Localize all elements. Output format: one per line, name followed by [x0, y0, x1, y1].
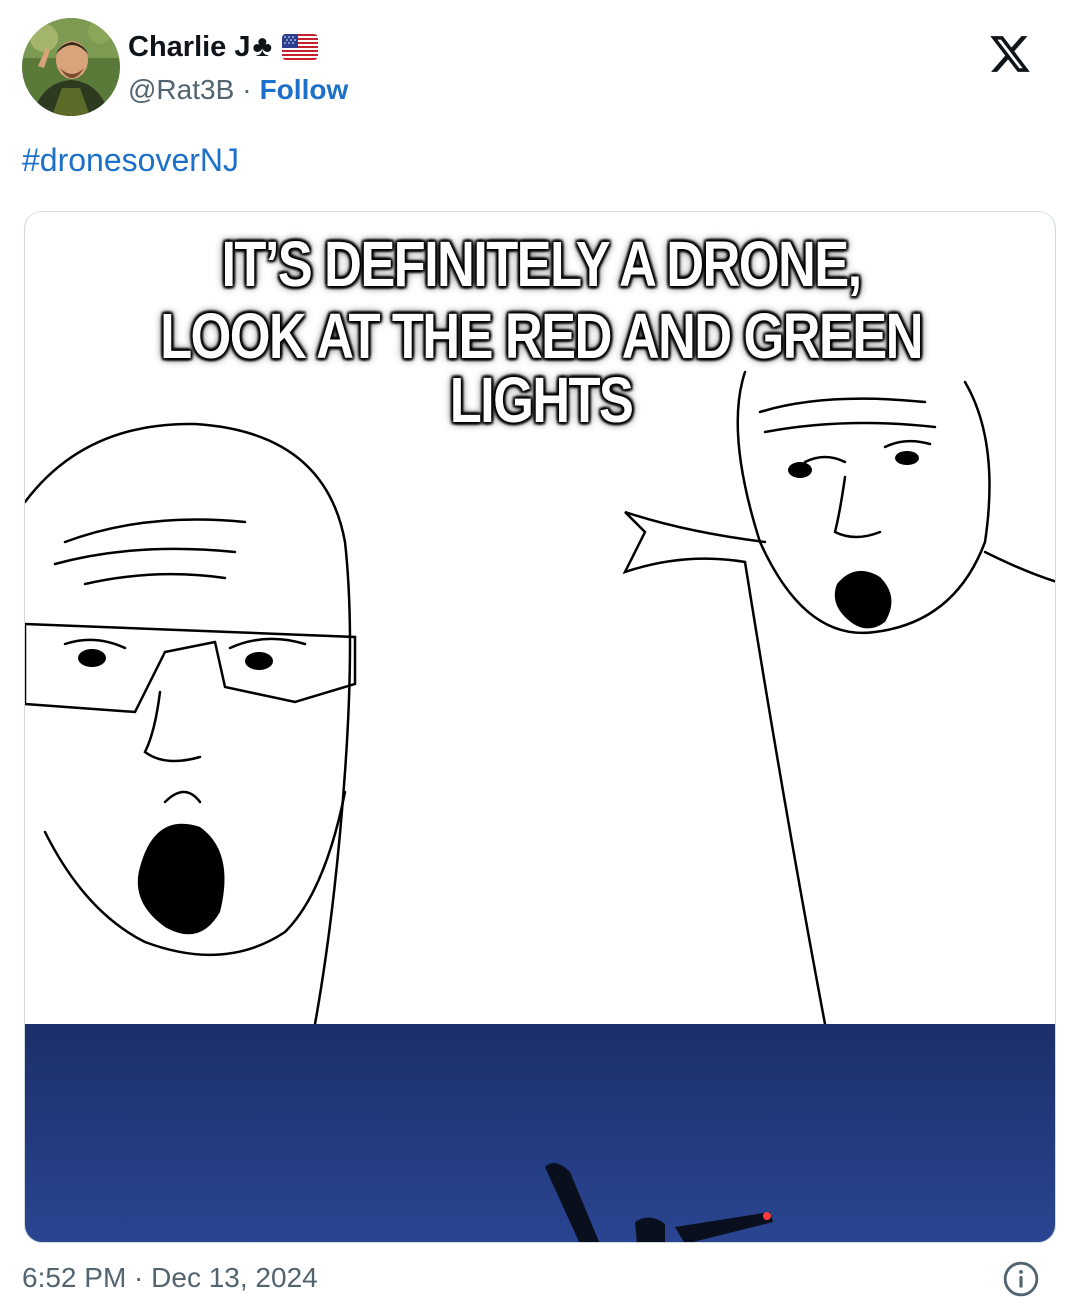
meme-caption-line-2: LOOK AT THE RED AND GREEN LIGHTS [160, 300, 923, 436]
author-display-name[interactable]: Charlie J [128, 31, 251, 64]
meme-caption-line-1: IT’S DEFINITELY A DRONE, [221, 228, 862, 300]
tweet-timestamp[interactable]: 6:52 PM · Dec 13, 2024 [22, 1262, 318, 1294]
author-handle[interactable]: @Rat3B [128, 74, 234, 106]
tweet-header: Charlie J ♣ @Rat3B · Follow [22, 18, 1062, 118]
separator-dot: · [242, 74, 252, 105]
tweet-text: #dronesoverNJ [22, 142, 239, 179]
avatar[interactable] [22, 18, 120, 116]
info-icon[interactable] [1002, 1260, 1040, 1298]
club-suit-icon: ♣ [252, 30, 273, 63]
hashtag-link[interactable]: #dronesoverNJ [22, 142, 239, 178]
author-handle-line: @Rat3B · Follow [128, 72, 348, 108]
us-flag-icon [282, 34, 319, 60]
follow-button[interactable]: Follow [260, 74, 349, 106]
x-logo-icon[interactable] [988, 32, 1032, 76]
author-name-line[interactable]: Charlie J ♣ [128, 28, 319, 66]
tweet-image[interactable]: IT’S DEFINITELY A DRONE, LOOK AT THE RED… [24, 211, 1056, 1243]
tweet-footer: 6:52 PM · Dec 13, 2024 [22, 1258, 1062, 1302]
